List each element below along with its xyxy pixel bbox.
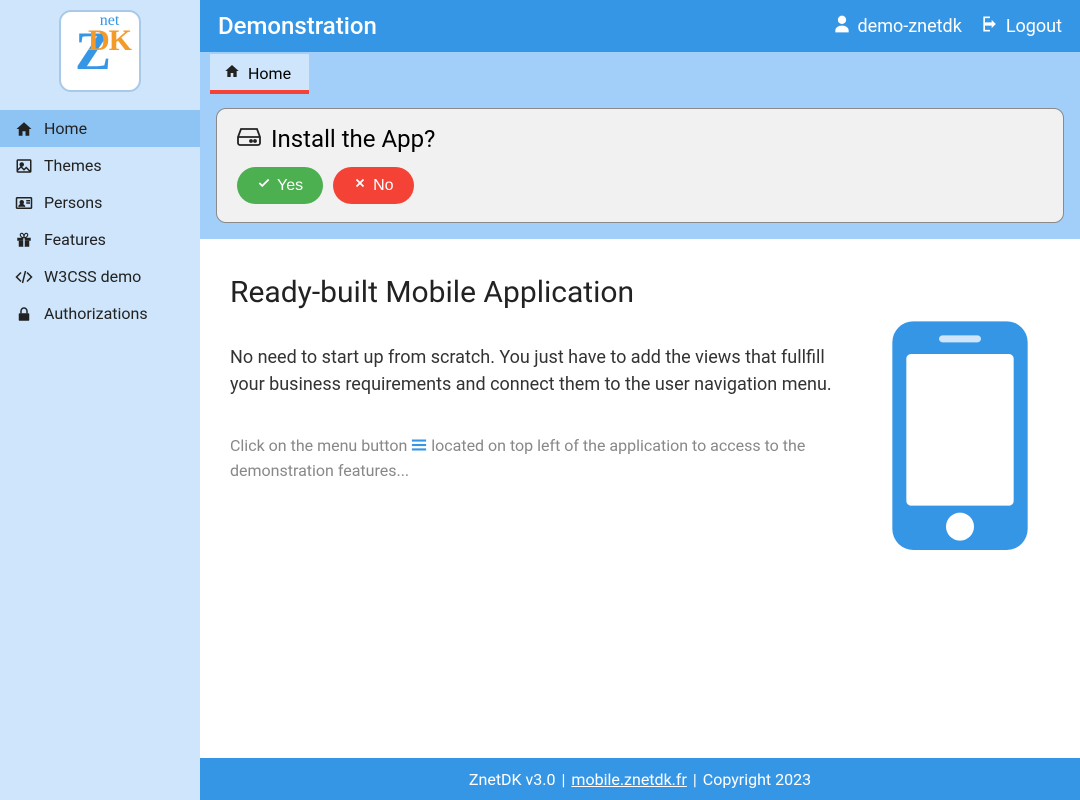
logout-label: Logout (1006, 16, 1062, 37)
sidebar-item-persons[interactable]: Persons (0, 184, 200, 221)
close-icon (353, 176, 367, 195)
sidebar-item-label: Features (44, 230, 106, 249)
idcard-icon (14, 194, 34, 212)
sidebar-item-label: Persons (44, 193, 102, 212)
footer: ZnetDK v3.0 | mobile.znetdk.fr | Copyrig… (200, 758, 1080, 800)
app-logo[interactable]: Z netDK (59, 10, 141, 92)
code-icon (14, 268, 34, 286)
check-icon (257, 176, 271, 195)
sidebar-item-label: Themes (44, 156, 102, 175)
sidebar-item-label: Authorizations (44, 304, 148, 323)
bars-icon (411, 435, 427, 459)
sidebar-item-label: W3CSS demo (44, 267, 141, 286)
logout-icon (980, 14, 1000, 39)
logo-wrapper: Z netDK (0, 0, 200, 110)
sidebar-item-w3css-demo[interactable]: W3CSS demo (0, 258, 200, 295)
content-paragraph: No need to start up from scratch. You ju… (230, 344, 850, 398)
user-name: demo-znetdk (858, 16, 962, 37)
sidebar-item-features[interactable]: Features (0, 221, 200, 258)
install-banner: Install the App? Yes No (216, 108, 1064, 223)
install-yes-button[interactable]: Yes (237, 167, 323, 204)
tab-strip: Home (200, 52, 1080, 94)
footer-link[interactable]: mobile.znetdk.fr (571, 770, 686, 789)
logout-link[interactable]: Logout (980, 14, 1062, 39)
sidebar: Z netDK Home Themes Persons Feat (0, 0, 200, 800)
home-icon (224, 63, 240, 83)
gift-icon (14, 231, 34, 249)
lock-icon (14, 305, 34, 323)
hdd-icon (237, 125, 261, 153)
footer-product: ZnetDK v3.0 (469, 770, 556, 789)
page-content: Ready-built Mobile Application No need t… (200, 239, 1080, 758)
install-no-button[interactable]: No (333, 167, 413, 204)
sidebar-nav: Home Themes Persons Features W3CSS demo (0, 110, 200, 332)
main-area: Demonstration demo-znetdk Logout Home (200, 0, 1080, 800)
footer-copyright: Copyright 2023 (703, 770, 811, 789)
sidebar-item-themes[interactable]: Themes (0, 147, 200, 184)
topbar: Demonstration demo-znetdk Logout (200, 0, 1080, 52)
user-icon (832, 14, 852, 39)
user-menu[interactable]: demo-znetdk (832, 14, 962, 39)
home-icon (14, 120, 34, 138)
tab-label: Home (248, 64, 291, 83)
mobile-art (870, 275, 1050, 738)
content-heading: Ready-built Mobile Application (230, 275, 850, 310)
app-title: Demonstration (218, 12, 832, 40)
sidebar-item-authorizations[interactable]: Authorizations (0, 295, 200, 332)
install-title: Install the App? (237, 125, 1043, 153)
picture-icon (14, 157, 34, 175)
sidebar-item-home[interactable]: Home (0, 110, 200, 147)
tab-home[interactable]: Home (210, 54, 309, 94)
content-hint: Click on the menu button located on top … (230, 434, 850, 483)
sidebar-item-label: Home (44, 119, 87, 138)
